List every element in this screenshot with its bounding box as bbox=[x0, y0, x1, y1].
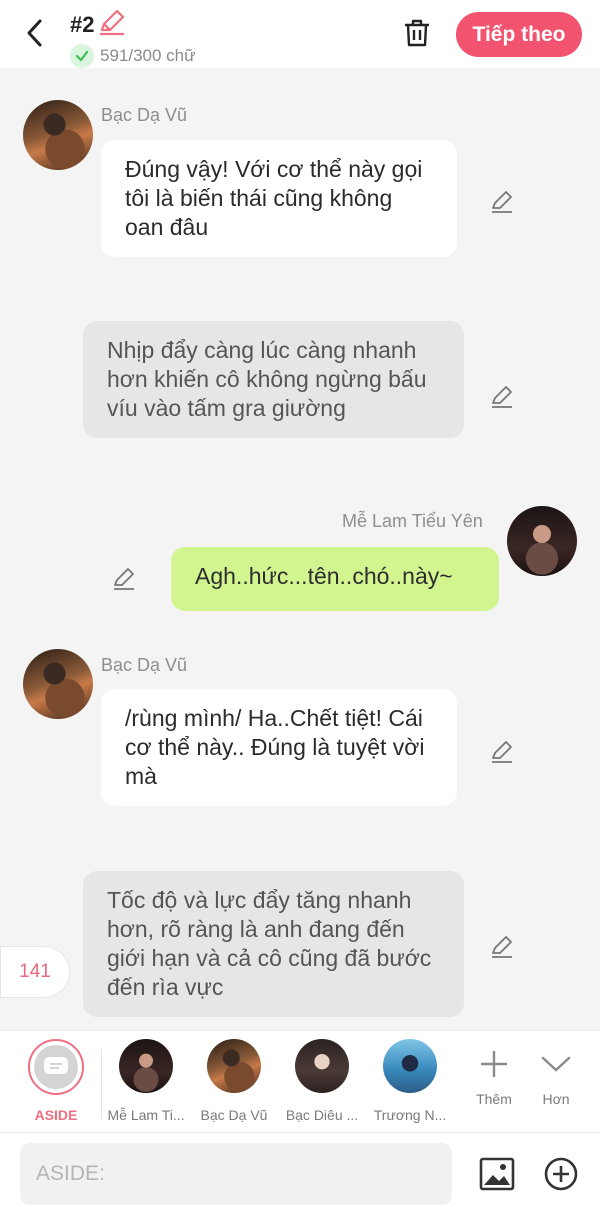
sender-name: Bạc Dạ Vũ bbox=[101, 105, 188, 125]
character-aside[interactable]: ASIDE bbox=[11, 1039, 101, 1123]
edit-message-icon[interactable] bbox=[490, 740, 514, 764]
rename-pencil-icon[interactable] bbox=[98, 8, 126, 42]
image-button[interactable] bbox=[478, 1155, 516, 1193]
delete-button[interactable] bbox=[402, 16, 432, 50]
message-counter[interactable]: 141 bbox=[0, 946, 70, 998]
image-icon bbox=[479, 1157, 515, 1191]
avatar-me-lam-tieu-yen[interactable] bbox=[507, 506, 577, 576]
page-title: #2 bbox=[70, 12, 95, 37]
avatar bbox=[295, 1039, 349, 1093]
more-label: Hơn bbox=[542, 1091, 570, 1107]
character-name: Mễ Lam Ti... bbox=[107, 1107, 185, 1123]
plus-icon bbox=[464, 1043, 524, 1085]
sender-name: Bạc Dạ Vũ bbox=[101, 655, 188, 675]
character-bar: ASIDE Mễ Lam Ti... Bạc Dạ Vũ Bạc Diêu ..… bbox=[0, 1030, 600, 1132]
input-bar bbox=[0, 1132, 600, 1207]
narration-bubble[interactable]: Tốc độ và lực đẩy tăng nhanh hơn, rõ ràn… bbox=[83, 871, 464, 1017]
word-count: 591/300 chữ bbox=[100, 46, 196, 65]
avatar-bac-da-vu[interactable] bbox=[23, 100, 93, 170]
add-label: Thêm bbox=[476, 1091, 512, 1107]
avatar bbox=[207, 1039, 261, 1093]
add-character-button[interactable]: Thêm bbox=[464, 1043, 524, 1107]
next-button[interactable]: Tiếp theo bbox=[456, 12, 582, 57]
edit-message-icon[interactable] bbox=[490, 935, 514, 959]
character-name: Bạc Diêu ... bbox=[285, 1107, 359, 1123]
sender-name: Mễ Lam Tiểu Yên bbox=[342, 511, 483, 531]
user-message-bubble[interactable]: Agh..hức...tên..chó..này~ bbox=[171, 547, 499, 611]
character-name: Trương N... bbox=[373, 1107, 447, 1123]
narration-bubble[interactable]: Nhịp đẩy càng lúc càng nhanh hơn khiến c… bbox=[83, 321, 464, 438]
edit-message-icon[interactable] bbox=[490, 190, 514, 214]
back-button[interactable] bbox=[20, 16, 48, 50]
edit-message-icon[interactable] bbox=[490, 385, 514, 409]
avatar bbox=[383, 1039, 437, 1093]
top-bar: #2 591/300 chữ Tiếp theo bbox=[0, 0, 600, 68]
avatar-bac-da-vu[interactable] bbox=[23, 649, 93, 719]
character-bac-da-vu[interactable]: Bạc Dạ Vũ bbox=[189, 1039, 279, 1123]
more-button[interactable]: Hơn bbox=[526, 1043, 586, 1107]
character-bac-dieu[interactable]: Bạc Diêu ... bbox=[277, 1039, 367, 1123]
title-block: #2 591/300 chữ bbox=[70, 8, 196, 68]
message-bubble[interactable]: Đúng vậy! Với cơ thể này gọi tôi là biến… bbox=[101, 140, 457, 257]
avatar bbox=[119, 1039, 173, 1093]
message-bubble[interactable]: /rùng mình/ Ha..Chết tiệt! Cái cơ thể nà… bbox=[101, 689, 457, 806]
character-truong[interactable]: Trương N... bbox=[365, 1039, 455, 1123]
character-me-lam-tieu-yen[interactable]: Mễ Lam Ti... bbox=[101, 1039, 191, 1123]
chevron-down-icon bbox=[526, 1043, 586, 1085]
plus-circle-icon bbox=[544, 1157, 578, 1191]
check-icon bbox=[70, 44, 94, 68]
character-name: Bạc Dạ Vũ bbox=[200, 1107, 268, 1123]
message-input[interactable] bbox=[20, 1143, 452, 1205]
character-name: ASIDE bbox=[34, 1107, 78, 1123]
add-attachment-button[interactable] bbox=[542, 1155, 580, 1193]
back-arrow-icon bbox=[27, 19, 42, 47]
trash-icon bbox=[405, 19, 429, 47]
chat-bubble-icon bbox=[34, 1045, 78, 1089]
edit-message-icon[interactable] bbox=[112, 567, 136, 591]
